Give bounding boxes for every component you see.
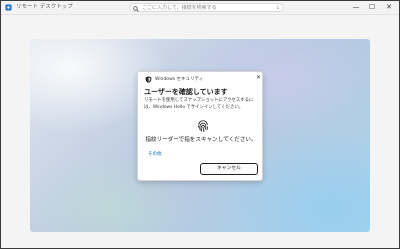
window-title: リモート デスクトップ <box>16 4 73 10</box>
arrow-down-icon[interactable]: ↓ <box>276 4 280 12</box>
more-options-link[interactable]: その他 <box>148 151 162 157</box>
cancel-button[interactable]: キャンセル <box>200 163 258 175</box>
shield-icon <box>145 76 152 83</box>
dialog-app-name: Windows セキュリティ <box>155 77 204 82</box>
dialog-close-button[interactable]: ✕ <box>256 74 261 82</box>
minimize-button[interactable]: — <box>351 2 361 12</box>
dialog-description: リモートを使用してスナップショットにアクセスするには、Windows Hello… <box>144 98 254 110</box>
title-bar: リモート デスクトップ ここに入力して、接続を検索する ↓ — ☐ ✕ <box>1 1 399 15</box>
fingerprint-prompt: 指紋リーダーで指をスキャンしてください。 <box>145 137 257 143</box>
close-button[interactable]: ✕ <box>384 2 394 12</box>
search-box[interactable]: ここに入力して、接続を検索する ↓ <box>129 3 284 12</box>
windows-security-dialog: Windows セキュリティ ✕ ユーザーを確認しています リモートを使用してス… <box>137 71 263 181</box>
dialog-title: ユーザーを確認しています <box>144 88 228 96</box>
search-input[interactable]: ここに入力して、接続を検索する <box>142 4 217 12</box>
maximize-button[interactable]: ☐ <box>367 2 377 12</box>
app-logo-icon <box>5 4 12 11</box>
fingerprint-icon <box>198 120 208 133</box>
search-icon <box>133 5 139 12</box>
